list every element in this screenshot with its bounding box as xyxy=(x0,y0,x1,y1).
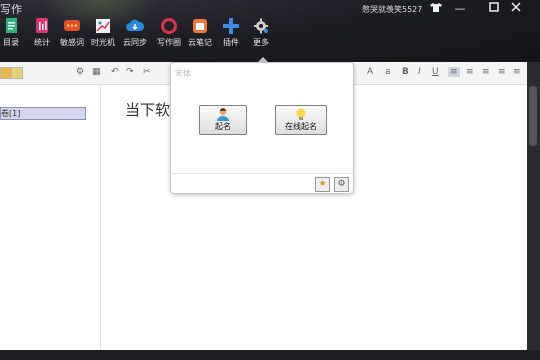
toolbar-label: 插件 xyxy=(223,38,239,47)
plugin-popup: 宋体 起名 在线起名 ★ ⚙ xyxy=(170,62,354,194)
more-gear-icon xyxy=(252,18,270,34)
faded-font-selector: 宋体 xyxy=(175,69,191,78)
stats-icon xyxy=(33,18,51,34)
toolbar-plugin-button[interactable]: 插件 xyxy=(215,18,247,48)
toolbar-sensitive-words-button[interactable]: 敏感词 xyxy=(56,18,88,48)
toolbar-label: 敏感词 xyxy=(60,38,84,47)
star-plugin-icon[interactable]: ★ xyxy=(315,177,330,192)
toolbar-catalog-button[interactable]: 目录 xyxy=(0,18,27,48)
status-bar xyxy=(0,350,540,360)
toolbar-label: 时光机 xyxy=(91,38,115,47)
toolbar-time-machine-button[interactable]: 时光机 xyxy=(87,18,119,48)
justify-icon[interactable]: ≡ xyxy=(498,67,506,77)
chapter-panel: 卷[1] xyxy=(0,85,101,350)
person-icon xyxy=(216,108,230,121)
toolbar-cloud-sync-button[interactable]: 云同步 xyxy=(119,18,151,48)
shirt-icon[interactable] xyxy=(428,2,444,16)
plugin-button-label: 在线起名 xyxy=(285,122,317,131)
close-icon[interactable] xyxy=(508,2,524,16)
toolbar-more-button[interactable]: 更多 xyxy=(245,18,277,48)
plugin-online-naming-button[interactable]: 在线起名 xyxy=(275,105,327,135)
plugin-button-label: 起名 xyxy=(215,122,231,131)
align-center-icon[interactable]: ≡ xyxy=(466,67,474,77)
plugin-plus-icon xyxy=(222,18,240,34)
maximize-icon[interactable] xyxy=(486,2,502,16)
toolbar-cloud-note-button[interactable]: 云笔记 xyxy=(184,18,216,48)
scroll-thumb[interactable] xyxy=(529,86,537,146)
popup-footer: ★ ⚙ xyxy=(171,173,353,194)
app-title: 写作 xyxy=(0,3,22,16)
settings-gear-icon[interactable]: ⚙ xyxy=(334,177,349,192)
font-grow-icon[interactable]: A xyxy=(367,67,373,77)
italic-icon[interactable]: I xyxy=(418,67,421,77)
vertical-scrollbar[interactable] xyxy=(527,62,540,350)
toolbar-writing-circle-button[interactable]: 写作圈 xyxy=(153,18,185,48)
align-right-icon[interactable]: ≡ xyxy=(482,67,490,77)
undo-icon[interactable]: ↶ xyxy=(111,67,119,77)
catalog-icon xyxy=(2,18,20,34)
redo-icon[interactable]: ↷ xyxy=(126,67,134,77)
grid-icon[interactable]: ▦ xyxy=(92,67,101,77)
lightbulb-icon xyxy=(294,108,308,121)
writing-circle-icon xyxy=(160,18,178,34)
chapter-item[interactable]: 卷[1] xyxy=(0,107,86,120)
cloud-note-icon xyxy=(191,18,209,34)
title-bar: 写作 憋哭就羡笑5527 — 目录 统计 敏感词 时光机 云同步 写作圈 云笔记… xyxy=(0,0,540,62)
user-name[interactable]: 憋哭就羡笑5527 xyxy=(362,4,422,15)
toolbar-label: 更多 xyxy=(253,38,269,47)
cut-icon[interactable]: ✂ xyxy=(143,67,151,77)
toolbar-label: 统计 xyxy=(34,38,50,47)
underline-icon[interactable]: U xyxy=(432,67,439,77)
minimize-icon[interactable]: — xyxy=(452,2,468,16)
toolbar-label: 目录 xyxy=(3,38,19,47)
sensitive-words-icon xyxy=(63,18,81,34)
align-left-icon[interactable]: ≡ xyxy=(448,67,460,77)
toolbar-label: 写作圈 xyxy=(157,38,181,47)
indent-icon[interactable]: ≡ xyxy=(513,67,521,77)
pin-icon[interactable]: ⚙ xyxy=(76,67,84,77)
plugin-naming-button[interactable]: 起名 xyxy=(199,105,247,135)
note-icon[interactable] xyxy=(11,67,23,79)
bold-icon[interactable]: B xyxy=(402,67,409,77)
font-shrink-icon[interactable]: a xyxy=(385,67,391,77)
time-machine-icon xyxy=(94,18,112,34)
cloud-sync-icon xyxy=(126,18,145,34)
toolbar-stats-button[interactable]: 统计 xyxy=(26,18,58,48)
toolbar-label: 云笔记 xyxy=(188,38,212,47)
toolbar-label: 云同步 xyxy=(123,38,147,47)
